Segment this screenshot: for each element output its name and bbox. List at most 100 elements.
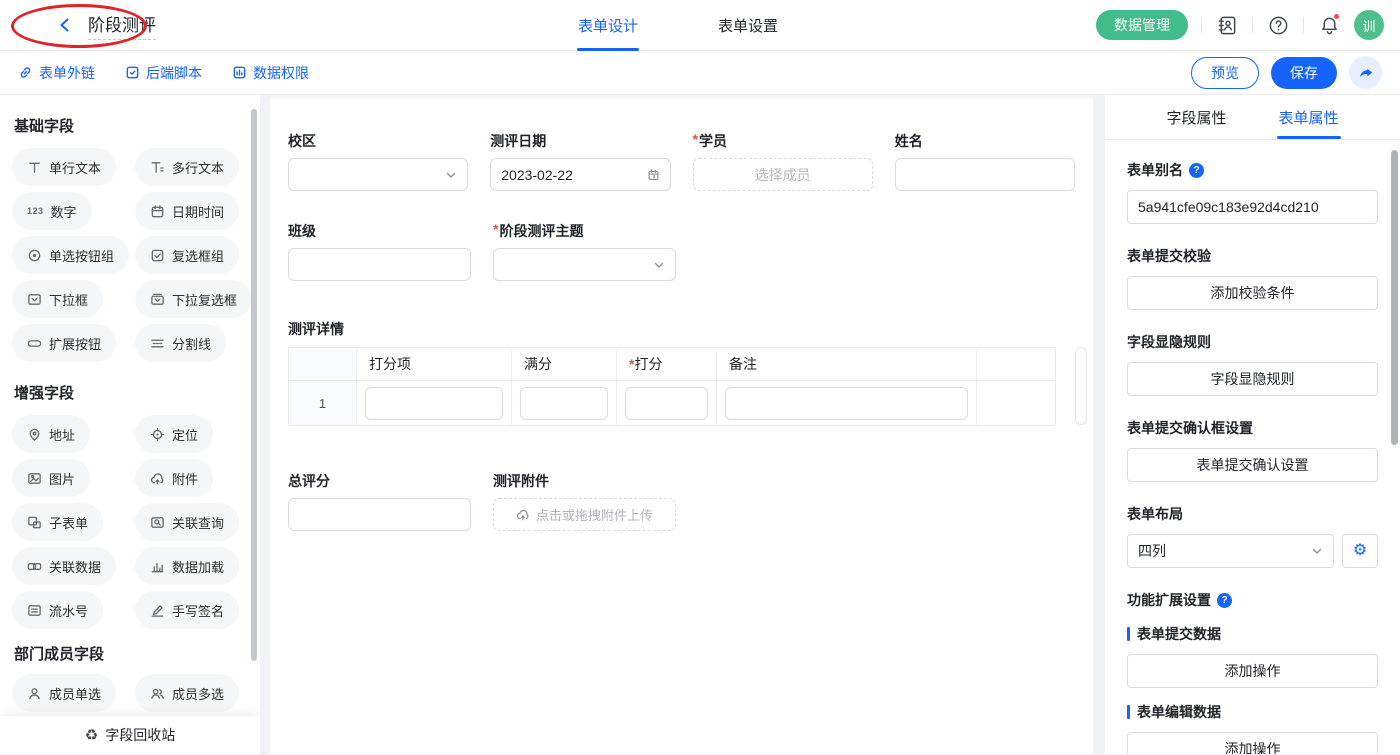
- image-icon: [27, 471, 42, 486]
- cell-max: [512, 381, 617, 425]
- tab-form-properties[interactable]: 表单属性: [1279, 95, 1339, 139]
- field-class[interactable]: 班级: [288, 221, 471, 281]
- notification-dot: [1333, 13, 1340, 20]
- field-item-subform[interactable]: 子表单: [12, 503, 103, 541]
- field-item-radio-group[interactable]: 单选按钮组: [12, 236, 129, 274]
- header-cell-max: 满分: [512, 348, 617, 380]
- field-item-signature[interactable]: 手写签名: [135, 591, 239, 629]
- field-item-checkbox-group[interactable]: 复选框组: [135, 236, 239, 274]
- field-recycle-bin[interactable]: ♻ 字段回收站: [0, 716, 260, 754]
- field-item-single-line-text[interactable]: 单行文本: [12, 148, 116, 186]
- field-item-multi-dropdown[interactable]: 下拉复选框: [135, 280, 252, 318]
- max-input[interactable]: [520, 387, 608, 420]
- attachment-upload-button[interactable]: 点击或拖拽附件上传: [493, 498, 676, 531]
- submit-confirm-button[interactable]: 表单提交确认设置: [1127, 448, 1378, 482]
- properties-panel: 字段属性 表单属性 表单别名 ? 表单提交校验 添加校验条件 字段显隐规则 字段…: [1105, 95, 1400, 754]
- cell-item: [357, 381, 512, 425]
- data-permission-label: 数据权限: [253, 63, 309, 83]
- total-input[interactable]: [299, 507, 460, 523]
- section-title-member-fields: 部门成员字段: [14, 643, 246, 664]
- crosshair-icon: [150, 427, 165, 442]
- field-label: 班级: [288, 221, 316, 241]
- avatar[interactable]: 训: [1354, 10, 1384, 40]
- field-item-image[interactable]: 图片: [12, 459, 90, 497]
- campus-select[interactable]: [288, 158, 468, 191]
- cell-empty: [977, 381, 1055, 425]
- add-edit-action-button[interactable]: 添加操作: [1127, 732, 1378, 754]
- field-item-attachment[interactable]: 附件: [135, 459, 213, 497]
- name-input-wrap: [895, 158, 1075, 191]
- share-button[interactable]: [1349, 56, 1382, 89]
- field-campus[interactable]: 校区: [288, 131, 468, 191]
- field-eval-date[interactable]: 测评日期: [490, 131, 670, 191]
- field-item-label: 复选框组: [172, 246, 224, 265]
- field-item-number[interactable]: 123 数字: [12, 192, 92, 230]
- topic-select[interactable]: [493, 248, 676, 281]
- page-title[interactable]: 阶段测评: [88, 11, 156, 40]
- score-input[interactable]: [625, 387, 708, 420]
- tab-field-properties[interactable]: 字段属性: [1166, 95, 1226, 139]
- add-submit-action-button[interactable]: 添加操作: [1127, 654, 1378, 688]
- total-input-wrap: [288, 498, 471, 531]
- add-validation-button[interactable]: 添加校验条件: [1127, 276, 1378, 310]
- field-name[interactable]: 姓名: [895, 131, 1075, 191]
- layout-settings-button[interactable]: ⚙: [1342, 534, 1378, 568]
- form-external-link[interactable]: 表单外链: [18, 63, 95, 83]
- back-button[interactable]: [56, 16, 74, 34]
- panel-tabs: 字段属性 表单属性: [1105, 95, 1400, 140]
- notification-bell-icon[interactable]: [1317, 13, 1341, 37]
- alias-input[interactable]: [1127, 190, 1378, 224]
- field-item-divider-line[interactable]: 分割线: [135, 324, 226, 362]
- class-input[interactable]: [299, 257, 460, 273]
- field-eval-attachment[interactable]: 测评附件 点击或拖拽附件上传: [493, 471, 676, 531]
- layout-row: 四列 ⚙: [1127, 534, 1378, 568]
- field-item-linked-data[interactable]: 关联数据: [12, 547, 116, 585]
- select-member-button[interactable]: 选择成员: [693, 158, 873, 191]
- contacts-book-icon[interactable]: [1215, 13, 1239, 37]
- sidebar-scrollbar[interactable]: [251, 109, 257, 661]
- date-input[interactable]: [501, 167, 646, 183]
- field-item-location[interactable]: 定位: [135, 415, 213, 453]
- help-icon[interactable]: [1266, 13, 1290, 37]
- field-item-member-single[interactable]: 成员单选: [12, 674, 116, 712]
- tab-form-design[interactable]: 表单设计: [578, 0, 638, 51]
- app-header: 阶段测评 表单设计 表单设置 数据管理 训: [0, 0, 1400, 51]
- help-icon[interactable]: ?: [1189, 163, 1204, 178]
- name-input[interactable]: [906, 167, 1064, 183]
- field-detail-subform[interactable]: 测评详情 打分项 满分 * 打分 备注 1: [288, 319, 1075, 426]
- basic-fields-grid: 单行文本 多行文本 123 数字 日期时间 单选按钮组 复选框组: [12, 148, 246, 362]
- field-item-lookup-query[interactable]: 关联查询: [135, 503, 239, 541]
- data-manage-button[interactable]: 数据管理: [1096, 10, 1188, 40]
- header-label: 打分: [634, 354, 662, 374]
- tab-form-settings[interactable]: 表单设置: [718, 0, 778, 51]
- note-input[interactable]: [725, 387, 968, 420]
- field-student[interactable]: * 学员 选择成员: [693, 131, 873, 191]
- panel-scrollbar[interactable]: [1391, 150, 1398, 445]
- header-cell-note: 备注: [717, 348, 977, 380]
- save-button[interactable]: 保存: [1271, 57, 1337, 89]
- layout-select[interactable]: 四列: [1127, 534, 1334, 568]
- field-item-member-multi[interactable]: 成员多选: [135, 674, 239, 712]
- field-item-data-load[interactable]: 数据加载: [135, 547, 239, 585]
- field-item-datetime[interactable]: 日期时间: [135, 192, 239, 230]
- field-item-dropdown[interactable]: 下拉框: [12, 280, 103, 318]
- header-cell-index: [289, 348, 357, 380]
- field-item-address[interactable]: 地址: [12, 415, 90, 453]
- backend-script-link[interactable]: 后端脚本: [125, 63, 202, 83]
- checkbox-icon: [150, 248, 165, 263]
- item-input[interactable]: [365, 387, 503, 420]
- field-label: 姓名: [895, 131, 923, 151]
- field-item-serial-number[interactable]: 流水号: [12, 591, 103, 629]
- visibility-rules-button[interactable]: 字段显隐规则: [1127, 362, 1378, 396]
- data-permission-link[interactable]: 数据权限: [232, 63, 309, 83]
- preview-button[interactable]: 预览: [1191, 57, 1259, 89]
- field-item-label: 单行文本: [49, 158, 101, 177]
- cell-note: [717, 381, 977, 425]
- field-item-multi-line-text[interactable]: 多行文本: [135, 148, 239, 186]
- layout-heading: 表单布局: [1127, 504, 1378, 524]
- field-total-score[interactable]: 总评分: [288, 471, 471, 531]
- field-item-extend-button[interactable]: 扩展按钮: [12, 324, 116, 362]
- field-topic[interactable]: * 阶段测评主题: [493, 221, 676, 281]
- help-icon[interactable]: ?: [1217, 593, 1232, 608]
- pen-icon: [150, 603, 165, 618]
